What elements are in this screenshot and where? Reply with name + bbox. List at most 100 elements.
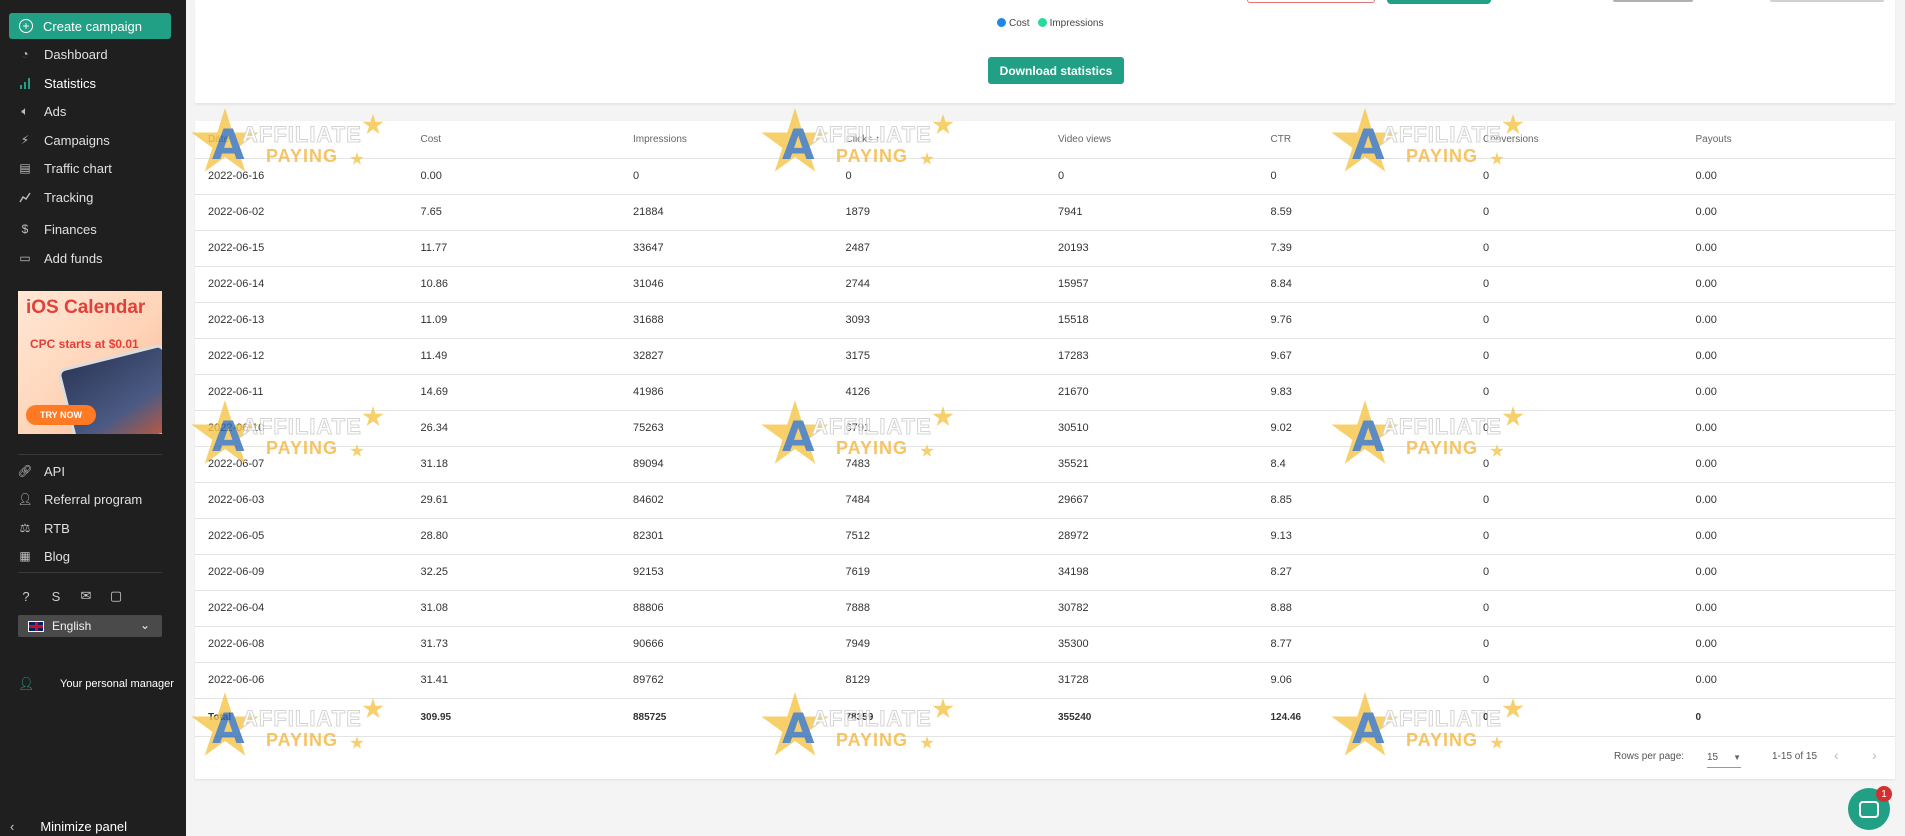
- table-cell: 0: [1470, 374, 1683, 411]
- column-header[interactable]: Video views: [1045, 121, 1258, 159]
- table-cell: 92153: [620, 554, 833, 591]
- table-row: 2022-06-07 31.18 89094 7483 35521 8.4 0 0.00: [195, 446, 1895, 483]
- table-cell: 0: [620, 158, 833, 195]
- table-cell: 0.00: [1682, 662, 1895, 699]
- column-header[interactable]: Clicks ↑: [832, 121, 1045, 159]
- create-campaign-button[interactable]: + Create campaign: [9, 13, 171, 39]
- table-cell: 0.00: [1682, 626, 1895, 663]
- sidebar-item-campaigns[interactable]: ⚡︎ Campaigns: [18, 130, 110, 150]
- dashboard-icon: ◔: [21, 47, 29, 61]
- table-cell: 0.00: [1682, 410, 1895, 447]
- notification-badge: 1: [1876, 786, 1892, 802]
- sidebar-item-tracking[interactable]: Tracking: [18, 187, 93, 207]
- sidebar-item-label: Finances: [44, 221, 97, 237]
- column-header[interactable]: Date: [195, 121, 408, 159]
- table-cell: 88806: [620, 590, 833, 627]
- table-cell: 10.86: [407, 266, 620, 303]
- download-statistics-button[interactable]: Download statistics: [988, 57, 1124, 84]
- sidebar-item-rtb[interactable]: ⚖︎ RTB: [18, 518, 70, 538]
- statistics-table-card: Date Cost Impressions Clicks ↑ Video views CT…: [195, 121, 1895, 779]
- table-row: 2022-06-03 29.61 84602 7484 29667 8.85 0 0.00: [195, 482, 1895, 519]
- promo-cta-button[interactable]: TRY NOW: [26, 405, 96, 425]
- total-cell: Total: [195, 698, 408, 737]
- column-header[interactable]: Payouts: [1682, 121, 1895, 159]
- table-cell: 0: [1470, 194, 1683, 231]
- table-row: 2022-06-15 11.77 33647 2487 20193 7.39 0 0.00: [195, 230, 1895, 267]
- total-cell: 0: [1682, 698, 1895, 737]
- table-row: 2022-06-13 11.09 31688 3093 15518 9.76 0 0.00: [195, 302, 1895, 339]
- sidebar-divider: [18, 572, 162, 573]
- column-header[interactable]: Cost: [407, 121, 620, 159]
- sidebar-item-statistics[interactable]: Statistics: [18, 73, 96, 93]
- table-cell: 0: [1470, 590, 1683, 627]
- sidebar-item-finances[interactable]: $ Finances: [18, 219, 97, 239]
- table-cell: 7483: [832, 446, 1045, 483]
- bar-chart-icon: [18, 76, 32, 90]
- table-cell: 8.77: [1257, 626, 1470, 663]
- rows-per-page-label: Rows per page:: [1614, 751, 1685, 762]
- table-cell: 2022-06-16: [195, 158, 408, 195]
- table-row: 2022-06-10 26.34 75263 6791 30510 9.02 0 0.00: [195, 410, 1895, 447]
- table-cell: 2022-06-13: [195, 302, 408, 339]
- column-header[interactable]: CTR: [1257, 121, 1470, 159]
- sidebar-item-add-funds[interactable]: ▭ Add funds: [18, 248, 102, 268]
- table-pagination: Rows per page: 15 ▼ 1-15 of 15 ‹ ›: [195, 739, 1895, 779]
- rows-per-page-select[interactable]: 15 ▼: [1707, 748, 1741, 768]
- sidebar-item-referral[interactable]: 👤︎ Referral program: [17, 489, 142, 509]
- table-cell: 6791: [832, 410, 1045, 447]
- card-icon: ▭: [19, 251, 31, 265]
- sidebar-item-dashboard[interactable]: ◔ Dashboard: [18, 44, 107, 64]
- sidebar-item-label: Ads: [44, 103, 67, 119]
- help-icon[interactable]: ?: [18, 588, 34, 604]
- table-cell: 2022-06-03: [195, 482, 408, 519]
- table-cell: 9.02: [1257, 410, 1470, 447]
- sidebar-item-api[interactable]: 🔗︎ API: [17, 461, 65, 481]
- table-cell: 0: [1470, 410, 1683, 447]
- table-row: 2022-06-12 11.49 32827 3175 17283 9.67 0 0.00: [195, 338, 1895, 375]
- cost-dot-icon: [997, 18, 1006, 27]
- chat-icon[interactable]: ▢: [108, 588, 124, 604]
- skype-icon[interactable]: S: [48, 588, 64, 604]
- table-cell: 2744: [832, 266, 1045, 303]
- table-cell: 0.00: [1682, 338, 1895, 375]
- contact-icons: ? S ✉ ▢: [18, 588, 124, 604]
- total-cell: 355240: [1045, 698, 1258, 737]
- column-header[interactable]: Impressions: [620, 121, 833, 159]
- legend-cost[interactable]: Cost: [997, 18, 1030, 29]
- minimize-panel-button[interactable]: ‹ Minimize panel: [10, 819, 127, 834]
- table-cell: 8.27: [1257, 554, 1470, 591]
- table-row: 2022-06-05 28.80 82301 7512 28972 9.13 0 0.00: [195, 518, 1895, 555]
- total-cell: 78359: [832, 698, 1045, 737]
- table-cell: 32827: [620, 338, 833, 375]
- table-cell: 28.80: [407, 518, 620, 555]
- table-cell: 7512: [832, 518, 1045, 555]
- sidebar-item-blog[interactable]: ▦ Blog: [18, 546, 70, 566]
- sidebar-item-ads[interactable]: 🔈︎ Ads: [18, 101, 66, 121]
- legend-impressions[interactable]: Impressions: [1037, 18, 1103, 29]
- language-select[interactable]: English ⌄: [18, 615, 162, 637]
- table-cell: 8.59: [1257, 194, 1470, 231]
- table-cell: 9.67: [1257, 338, 1470, 375]
- document-icon: ▤: [19, 161, 31, 175]
- link-icon: 🔗︎: [17, 464, 33, 478]
- promo-banner[interactable]: iOS Calendar CPC starts at $0.01 TRY NOW: [18, 291, 162, 434]
- create-campaign-label: Create campaign: [43, 18, 142, 34]
- sidebar-item-traffic-chart[interactable]: ▤ Traffic chart: [18, 158, 112, 178]
- mail-icon[interactable]: ✉: [78, 588, 94, 604]
- table-cell: 0: [1470, 230, 1683, 267]
- table-cell: 32.25: [407, 554, 620, 591]
- next-page-icon[interactable]: ›: [1872, 747, 1877, 763]
- table-cell: 84602: [620, 482, 833, 519]
- top-outline-button-fragment[interactable]: [1247, 0, 1375, 3]
- chat-widget-button[interactable]: 1: [1848, 786, 1892, 830]
- prev-page-icon[interactable]: ‹: [1834, 747, 1839, 763]
- table-row: 2022-06-16 0.00 0 0 0 0 0 0.00: [195, 158, 1895, 195]
- personal-manager[interactable]: 👤︎ Your personal manager: [18, 676, 174, 692]
- top-primary-button-fragment[interactable]: [1387, 0, 1491, 4]
- table-cell: 31688: [620, 302, 833, 339]
- table-cell: 8.85: [1257, 482, 1470, 519]
- table-cell: 0: [1470, 266, 1683, 303]
- table-cell: 26.34: [407, 410, 620, 447]
- column-header[interactable]: Conversions: [1470, 121, 1683, 159]
- top-field-fragment: [1770, 0, 1884, 2]
